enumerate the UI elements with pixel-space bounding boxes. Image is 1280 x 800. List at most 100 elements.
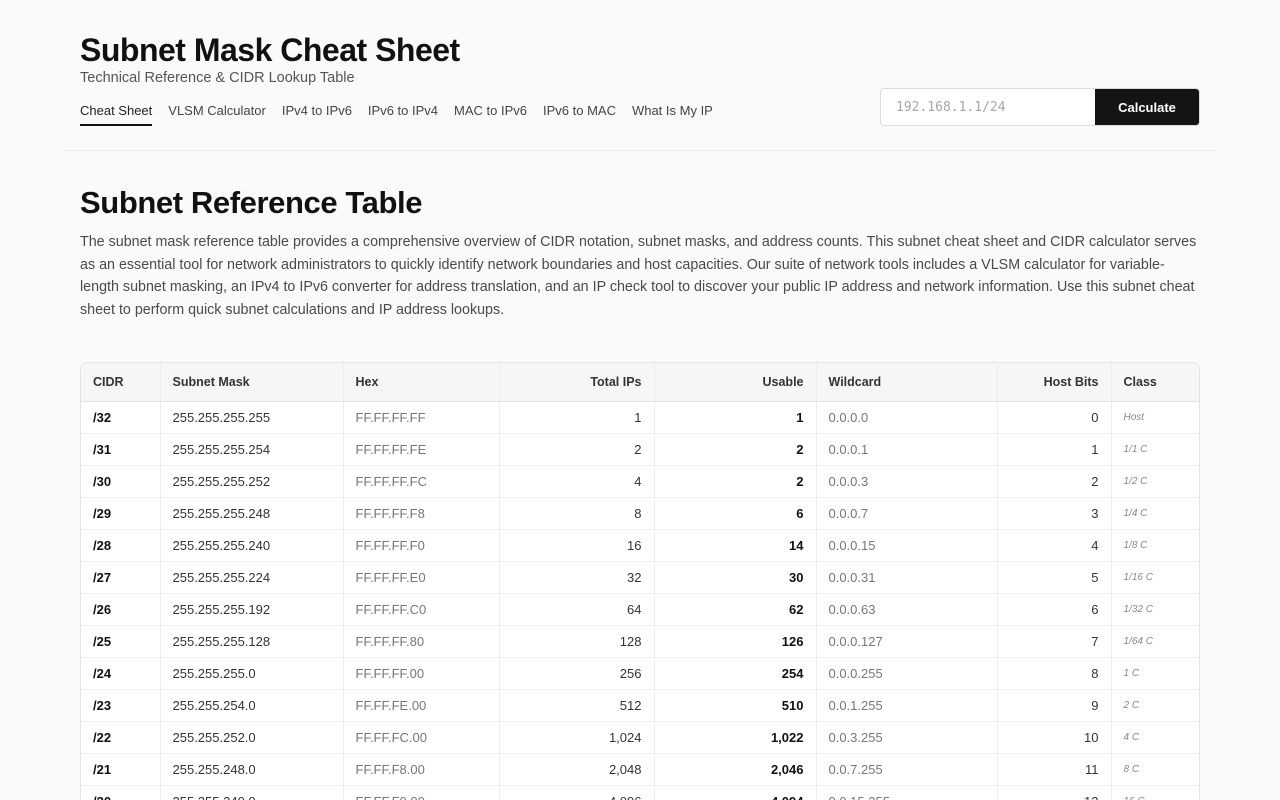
subnet-reference-table: CIDR Subnet Mask Hex Total IPs Usable Wi… bbox=[81, 362, 1199, 800]
header-usable[interactable]: Usable bbox=[654, 362, 817, 403]
cell-host-bits: 7 bbox=[997, 625, 1112, 659]
cell-cidr: /20 bbox=[81, 785, 161, 800]
nav-ipv4-to-ipv6[interactable]: IPv4 to IPv6 bbox=[282, 103, 352, 126]
cell-hex: FF.FF.F8.00 bbox=[343, 753, 500, 787]
cell-host-bits: 5 bbox=[997, 561, 1112, 595]
cell-subnet-mask: 255.255.255.192 bbox=[160, 593, 344, 627]
table-row: /23 255.255.254.0 FF.FF.FE.00 512 510 0.0.1.2… bbox=[81, 689, 1199, 723]
calculate-button[interactable]: Calculate bbox=[1095, 89, 1199, 125]
cell-class: 8 C bbox=[1111, 753, 1199, 787]
nav-ipv6-to-ipv4[interactable]: IPv6 to IPv4 bbox=[368, 103, 438, 126]
cell-subnet-mask: 255.255.255.252 bbox=[160, 465, 344, 499]
cell-cidr: /31 bbox=[81, 433, 161, 467]
cell-wildcard: 0.0.7.255 bbox=[816, 753, 998, 787]
cell-class: 1/16 C bbox=[1111, 561, 1199, 595]
cell-usable: 6 bbox=[654, 497, 817, 531]
nav-cheat-sheet[interactable]: Cheat Sheet bbox=[80, 103, 153, 126]
header-host-bits[interactable]: Host Bits bbox=[997, 362, 1112, 403]
cell-cidr: /21 bbox=[81, 753, 161, 787]
cell-cidr: /28 bbox=[81, 529, 161, 563]
app-subtitle: Technical Reference & CIDR Lookup Table bbox=[80, 70, 355, 86]
cell-usable: 62 bbox=[654, 593, 817, 627]
table-row: /25 255.255.255.128 FF.FF.FF.80 128 126 0.0.0… bbox=[81, 625, 1199, 659]
cell-usable: 30 bbox=[654, 561, 817, 595]
cell-wildcard: 0.0.0.63 bbox=[816, 593, 998, 627]
header-total-ips[interactable]: Total IPs bbox=[499, 362, 655, 403]
cell-subnet-mask: 255.255.252.0 bbox=[160, 721, 344, 755]
cell-wildcard: 0.0.0.7 bbox=[816, 497, 998, 531]
cell-host-bits: 6 bbox=[997, 593, 1112, 627]
cell-class: 1/8 C bbox=[1111, 529, 1199, 563]
cell-wildcard: 0.0.3.255 bbox=[816, 721, 998, 755]
cell-hex: FF.FF.FF.80 bbox=[343, 625, 500, 659]
intro-paragraph: The subnet mask reference table provides… bbox=[80, 234, 1197, 319]
cell-usable: 1 bbox=[654, 401, 817, 435]
cell-host-bits: 8 bbox=[997, 657, 1112, 691]
cell-wildcard: 0.0.0.255 bbox=[816, 657, 998, 691]
header-hex[interactable]: Hex bbox=[343, 362, 500, 403]
cell-host-bits: 0 bbox=[997, 401, 1112, 435]
cell-total-ips: 2 bbox=[499, 433, 655, 467]
cell-subnet-mask: 255.255.240.0 bbox=[160, 785, 344, 800]
cell-wildcard: 0.0.0.127 bbox=[816, 625, 998, 659]
cell-hex: FF.FF.FC.00 bbox=[343, 721, 500, 755]
cell-cidr: /22 bbox=[81, 721, 161, 755]
header-class[interactable]: Class bbox=[1111, 362, 1199, 403]
nav-what-is-my-ip[interactable]: What Is My IP bbox=[632, 103, 713, 126]
header-cidr[interactable]: CIDR bbox=[81, 362, 161, 403]
cell-total-ips: 16 bbox=[499, 529, 655, 563]
cell-subnet-mask: 255.255.255.128 bbox=[160, 625, 344, 659]
cell-cidr: /25 bbox=[81, 625, 161, 659]
cell-hex: FF.FF.FF.FF bbox=[343, 401, 500, 435]
cell-host-bits: 2 bbox=[997, 465, 1112, 499]
table-body: /32 255.255.255.255 FF.FF.FF.FF 1 1 0.0.0.0 0 H… bbox=[81, 401, 1199, 800]
header-wildcard[interactable]: Wildcard bbox=[816, 362, 998, 403]
main-nav: Cheat Sheet VLSM Calculator IPv4 to IPv6… bbox=[80, 103, 713, 126]
nav-mac-to-ipv6[interactable]: MAC to IPv6 bbox=[454, 103, 527, 126]
cell-subnet-mask: 255.255.255.255 bbox=[160, 401, 344, 435]
cell-class: 1/2 C bbox=[1111, 465, 1199, 499]
ip-search-input[interactable] bbox=[881, 89, 1095, 125]
table-row: /27 255.255.255.224 FF.FF.FF.E0 32 30 0.0.0.3… bbox=[81, 561, 1199, 595]
cell-class: 4 C bbox=[1111, 721, 1199, 755]
cell-host-bits: 1 bbox=[997, 433, 1112, 467]
nav-ipv6-to-mac[interactable]: IPv6 to MAC bbox=[543, 103, 616, 126]
cell-total-ips: 2,048 bbox=[499, 753, 655, 787]
cell-total-ips: 8 bbox=[499, 497, 655, 531]
cell-usable: 254 bbox=[654, 657, 817, 691]
cell-total-ips: 256 bbox=[499, 657, 655, 691]
ip-search-form: Calculate bbox=[880, 88, 1200, 126]
cell-cidr: /30 bbox=[81, 465, 161, 499]
cell-hex: FF.FF.FF.C0 bbox=[343, 593, 500, 627]
table-row: /21 255.255.248.0 FF.FF.F8.00 2,048 2,046 0.0… bbox=[81, 753, 1199, 787]
cell-wildcard: 0.0.0.3 bbox=[816, 465, 998, 499]
cell-host-bits: 11 bbox=[997, 753, 1112, 787]
table-row: /29 255.255.255.248 FF.FF.FF.F8 8 6 0.0.0.7 3 1… bbox=[81, 497, 1199, 531]
table-row: /31 255.255.255.254 FF.FF.FF.FE 2 2 0.0.0.1 1 1… bbox=[81, 433, 1199, 467]
cell-class: 1/1 C bbox=[1111, 433, 1199, 467]
cell-subnet-mask: 255.255.255.240 bbox=[160, 529, 344, 563]
cell-usable: 510 bbox=[654, 689, 817, 723]
cell-hex: FF.FF.F0.00 bbox=[343, 785, 500, 800]
table-row: /24 255.255.255.0 FF.FF.FF.00 256 254 0.0.0.2… bbox=[81, 657, 1199, 691]
cell-hex: FF.FF.FF.FE bbox=[343, 433, 500, 467]
cell-class: 16 C bbox=[1111, 785, 1199, 800]
cell-subnet-mask: 255.255.255.0 bbox=[160, 657, 344, 691]
cell-subnet-mask: 255.255.254.0 bbox=[160, 689, 344, 723]
cell-hex: FF.FF.FE.00 bbox=[343, 689, 500, 723]
cell-class: 1/64 C bbox=[1111, 625, 1199, 659]
cell-hex: FF.FF.FF.00 bbox=[343, 657, 500, 691]
cell-host-bits: 9 bbox=[997, 689, 1112, 723]
header-subnet-mask[interactable]: Subnet Mask bbox=[160, 362, 344, 403]
cell-total-ips: 1,024 bbox=[499, 721, 655, 755]
nav-vlsm-calculator[interactable]: VLSM Calculator bbox=[168, 103, 266, 126]
cell-total-ips: 512 bbox=[499, 689, 655, 723]
site-header: Subnet Mask Cheat Sheet Technical Refere… bbox=[64, 0, 1216, 151]
cell-host-bits: 10 bbox=[997, 721, 1112, 755]
table-row: /26 255.255.255.192 FF.FF.FF.C0 64 62 0.0.0.6… bbox=[81, 593, 1199, 627]
cell-total-ips: 32 bbox=[499, 561, 655, 595]
cell-usable: 14 bbox=[654, 529, 817, 563]
cell-hex: FF.FF.FF.FC bbox=[343, 465, 500, 499]
table-header-row: CIDR Subnet Mask Hex Total IPs Usable Wi… bbox=[81, 362, 1199, 403]
table-row: /20255.255.240.0FF.FF.F0.004,0964,0940.0… bbox=[81, 785, 1199, 800]
